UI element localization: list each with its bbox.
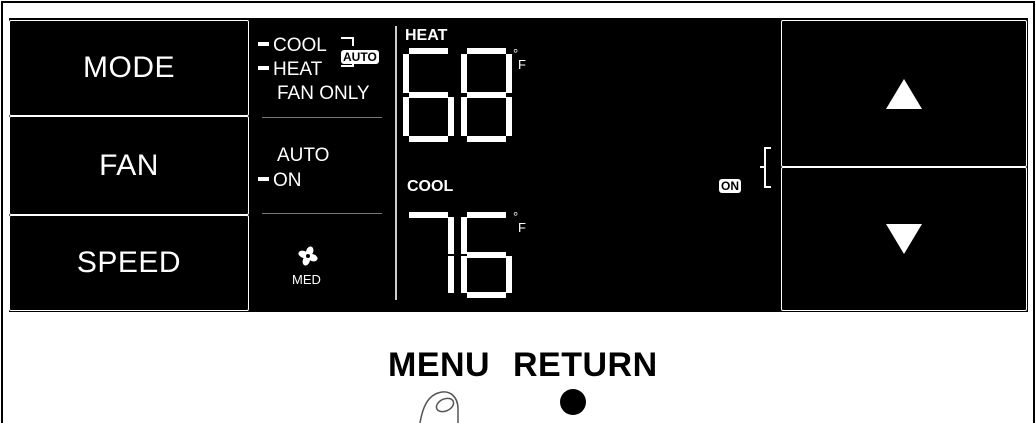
mode-button-label: MODE (83, 51, 175, 84)
auto-badge: AUTO (341, 50, 379, 64)
fan-button[interactable]: FAN (9, 116, 249, 215)
speed-button[interactable]: SPEED (9, 215, 249, 311)
up-button[interactable] (781, 20, 1027, 167)
setpoint-bracket (760, 147, 771, 188)
triangle-up-icon (886, 78, 922, 109)
mode-cool-indicator: COOL (258, 36, 327, 56)
selected-dash (258, 65, 269, 70)
return-button[interactable]: RETURN (513, 346, 658, 385)
cool-setpoint-digits (409, 212, 512, 298)
cool-unit: F (518, 220, 526, 235)
mode-button[interactable]: MODE (9, 20, 249, 116)
fan-speed-label: MED (292, 272, 321, 287)
divider (262, 117, 382, 118)
heat-setpoint-label: HEAT (405, 27, 448, 44)
heat-setpoint-digits (403, 48, 512, 142)
fan-icon (298, 246, 318, 266)
fan-auto-indicator: AUTO (277, 145, 330, 166)
divider (262, 213, 382, 214)
divider-vertical (395, 26, 397, 300)
fan-on-indicator: ON (258, 171, 302, 191)
selected-dash (258, 176, 269, 181)
down-button[interactable] (781, 167, 1027, 311)
selected-dash (258, 41, 269, 46)
finger-press-icon (419, 391, 459, 423)
fan-button-label: FAN (99, 148, 159, 182)
mode-heat-indicator: HEAT (258, 60, 322, 80)
mode-fan-only-indicator: FAN ONLY (277, 83, 370, 104)
speed-button-label: SPEED (76, 246, 182, 279)
cool-setpoint-label: COOL (407, 178, 454, 195)
heat-unit: F (518, 57, 526, 72)
menu-button[interactable]: MENU (388, 346, 490, 385)
on-badge: ON (719, 179, 741, 193)
triangle-down-icon (886, 224, 922, 254)
return-dot-icon[interactable] (560, 389, 586, 415)
